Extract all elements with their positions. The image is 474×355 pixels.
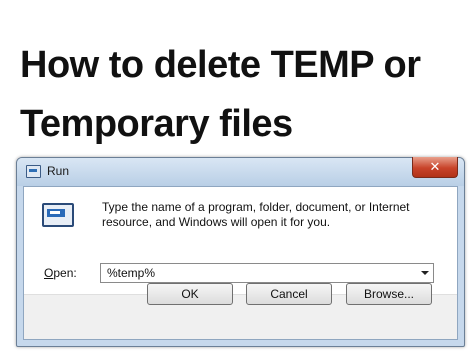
close-button[interactable]: ✕ bbox=[412, 157, 458, 178]
run-dialog: Run ✕ Type the name of a program, folder… bbox=[16, 157, 465, 347]
title-bar[interactable]: Run ✕ bbox=[17, 157, 464, 186]
ok-button[interactable]: OK bbox=[147, 283, 233, 305]
open-label: Open: bbox=[44, 266, 77, 280]
open-label-accelerator: O bbox=[44, 266, 54, 280]
open-input[interactable]: %temp% bbox=[107, 266, 155, 280]
close-icon: ✕ bbox=[429, 159, 441, 174]
chevron-down-icon[interactable] bbox=[421, 271, 429, 275]
cancel-button[interactable]: Cancel bbox=[246, 283, 332, 305]
open-label-text: pen: bbox=[53, 266, 77, 280]
headline-line-2: Temporary files bbox=[20, 103, 293, 145]
run-icon bbox=[26, 165, 41, 178]
browse-button[interactable]: Browse... bbox=[346, 283, 432, 305]
open-combobox[interactable]: %temp% bbox=[100, 263, 434, 283]
dialog-description: Type the name of a program, folder, docu… bbox=[102, 200, 410, 229]
dialog-body: Type the name of a program, folder, docu… bbox=[23, 186, 458, 340]
dialog-title: Run bbox=[47, 164, 70, 178]
run-icon bbox=[42, 203, 74, 227]
headline-line-1: How to delete TEMP or bbox=[20, 44, 421, 86]
